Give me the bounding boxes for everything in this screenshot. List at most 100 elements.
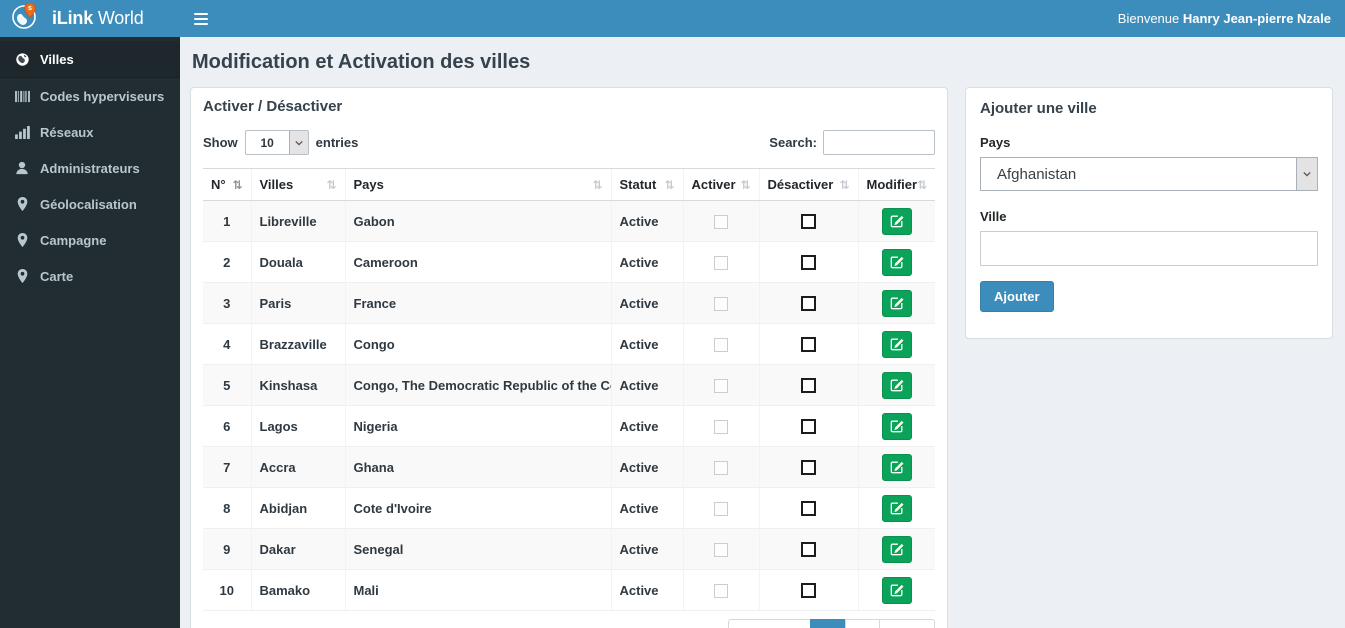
desactiver-checkbox[interactable] [801,419,816,435]
pagination-page-2[interactable]: 2 [844,619,880,628]
ajouter-button[interactable]: Ajouter [980,281,1054,312]
sidebar-item-label: Administrateurs [40,160,140,176]
statut-cell: Active [610,405,683,447]
show-label: Show [203,135,238,150]
welcome-user[interactable]: Bienvenue Hanry Jean-pierre Nzale [1118,11,1345,26]
pagination-next[interactable]: Next [878,619,935,628]
chevron-down-icon [288,131,308,154]
sort-icon [232,178,242,192]
activer-checkbox [714,501,728,516]
modifier-button[interactable] [881,289,912,317]
modifier-button[interactable] [881,576,912,604]
welcome-prefix: Bienvenue [1117,11,1180,26]
modifier-button[interactable] [881,412,912,440]
pagination-previous[interactable]: Previous [728,619,812,628]
activer-checkbox [714,419,728,434]
sidebar-item-codes-hyperviseurs[interactable]: Codes hyperviseurs [0,78,180,114]
activer-checkbox [714,255,728,270]
modifier-button[interactable] [881,535,912,563]
desactiver-checkbox[interactable] [801,378,816,394]
column-header-statut[interactable]: Statut [610,168,683,201]
modifier-button[interactable] [881,494,912,522]
column-header-modifier[interactable]: Modifier [857,168,935,201]
sort-icon [740,178,750,192]
pays-cell: Nigeria [344,405,611,447]
modifier-button[interactable] [881,330,912,358]
row-number: 7 [203,446,251,488]
sidebar: Villes Codes hyperviseurs Réseaux Admini… [0,37,180,628]
desactiver-checkbox[interactable] [801,255,816,271]
pays-selected-value: Afghanistan [997,165,1077,183]
table-row: 5 Kinshasa Congo, The Democratic Republi… [203,364,935,406]
table-row: 7 Accra Ghana Active [203,446,935,488]
table-row: 3 Paris France Active [203,282,935,324]
villes-table: N° Villes Pays Statut Activer Désactiver… [203,168,935,611]
sidebar-item-reseaux[interactable]: Réseaux [0,114,180,150]
ville-cell: Lagos [250,405,345,447]
chevron-down-icon [1296,158,1317,190]
column-header-villes[interactable]: Villes [250,168,345,201]
desactiver-checkbox[interactable] [801,542,816,558]
row-number: 4 [203,323,251,365]
modifier-button[interactable] [881,207,912,235]
pays-select[interactable]: Afghanistan [980,157,1318,191]
panel-title: Ajouter une ville [980,100,1097,117]
desactiver-checkbox[interactable] [801,583,816,599]
modifier-button[interactable] [881,371,912,399]
column-header-pays[interactable]: Pays [344,168,611,201]
map-marker-icon [14,196,30,212]
pays-cell: Cameroon [344,241,611,283]
activer-checkbox [714,296,728,311]
table-info: Showing 1 to 10 of 17 entries [203,616,382,628]
desactiver-checkbox[interactable] [801,501,816,517]
desactiver-checkbox[interactable] [801,460,816,476]
bar-chart-icon [14,124,30,140]
sidebar-item-label: Campagne [40,232,107,248]
statut-cell: Active [610,200,683,242]
ville-input[interactable] [980,231,1318,266]
desactiver-checkbox[interactable] [801,337,816,353]
user-name: Hanry Jean-pierre Nzale [1182,11,1331,26]
statut-cell: Active [610,446,683,488]
globe-icon [14,51,30,67]
row-number: 3 [203,282,251,324]
activer-checkbox [714,214,728,229]
sidebar-item-carte[interactable]: Carte [0,258,180,294]
ville-cell: Kinshasa [250,364,345,406]
ville-cell: Accra [250,446,345,488]
modifier-button[interactable] [881,248,912,276]
column-header-activer[interactable]: Activer [682,168,759,201]
pays-cell: France [344,282,611,324]
ville-cell: Abidjan [250,487,345,529]
ville-cell: Paris [250,282,345,324]
desactiver-checkbox[interactable] [801,296,816,312]
modifier-button[interactable] [881,453,912,481]
search-input[interactable] [823,130,935,155]
sidebar-item-administrateurs[interactable]: Administrateurs [0,150,180,186]
column-header-num[interactable]: N° [203,168,251,201]
sidebar-item-campagne[interactable]: Campagne [0,222,180,258]
hamburger-menu-icon[interactable] [180,0,222,37]
sidebar-item-geolocalisation[interactable]: Géolocalisation [0,186,180,222]
sort-icon [664,178,674,192]
statut-cell: Active [610,364,683,406]
desactiver-checkbox[interactable] [801,214,816,230]
map-marker-icon [14,268,30,284]
sidebar-item-villes[interactable]: Villes [0,41,180,78]
pays-cell: Senegal [344,528,611,570]
ville-cell: Brazzaville [250,323,345,365]
table-body: 1 Libreville Gabon Active 2 Douala Camer… [203,200,935,611]
svg-text:S: S [28,6,32,12]
search-label: Search: [769,135,817,150]
page-length-select[interactable]: 10 [244,130,309,155]
table-row: 6 Lagos Nigeria Active [203,405,935,447]
map-marker-icon [14,232,30,248]
ajouter-ville-panel: Ajouter une ville Pays Afghanistan Ville… [965,87,1333,339]
table-row: 10 Bamako Mali Active [203,569,935,611]
pagination-page-1[interactable]: 1 [810,619,846,628]
column-header-desactiver[interactable]: Désactiver [758,168,858,201]
page-title: Modification et Activation des villes [192,51,531,73]
statut-cell: Active [610,241,683,283]
table-row: 8 Abidjan Cote d'Ivoire Active [203,487,935,529]
main-content: Modification et Activation des villes Ac… [180,37,1345,628]
